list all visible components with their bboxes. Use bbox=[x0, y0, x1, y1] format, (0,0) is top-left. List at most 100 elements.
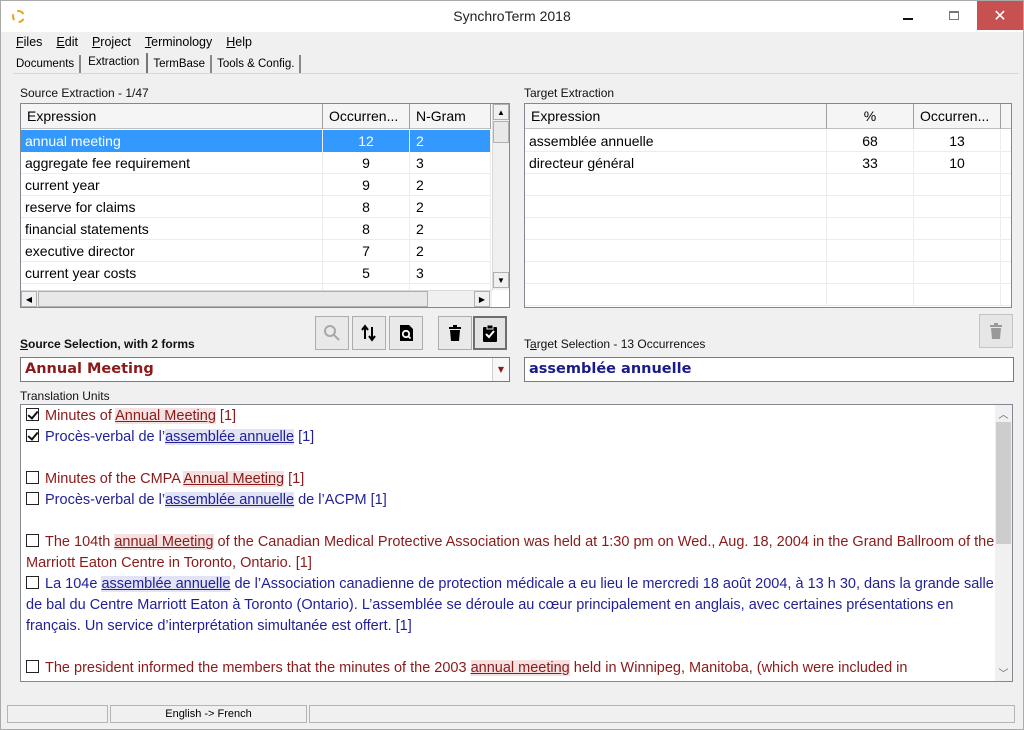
segment-checkbox[interactable] bbox=[26, 660, 39, 673]
col-occurrences[interactable]: Occurren... bbox=[914, 104, 1001, 129]
delete-button[interactable] bbox=[438, 316, 472, 350]
col-expression[interactable]: Expression bbox=[21, 104, 323, 129]
close-button[interactable]: ✕ bbox=[977, 1, 1023, 30]
swap-button[interactable] bbox=[352, 316, 386, 350]
scroll-down-button[interactable]: ▼ bbox=[493, 272, 509, 288]
segment-checkbox[interactable] bbox=[26, 429, 39, 442]
source-table-vscrollbar[interactable]: ▲ ▼ bbox=[492, 104, 509, 290]
cell-expression: aggregate fee requirement bbox=[21, 152, 323, 174]
scroll-thumb[interactable] bbox=[493, 121, 509, 143]
chevron-down-icon[interactable]: ▼ bbox=[492, 358, 509, 381]
cell-expression bbox=[525, 284, 827, 306]
translation-units-vscrollbar[interactable]: ︿ ﹀ bbox=[995, 405, 1012, 681]
segment-checkbox[interactable] bbox=[26, 408, 39, 421]
highlighted-term[interactable]: Annual Meeting bbox=[115, 408, 216, 424]
segment-text: Minutes of bbox=[45, 408, 116, 424]
cell-percent bbox=[827, 196, 914, 218]
table-row[interactable]: assemblée annuelle 68 13 bbox=[525, 130, 1011, 152]
cell-occurrences: 8 bbox=[323, 218, 410, 240]
cell-expression: current year costs bbox=[21, 262, 323, 284]
highlighted-term[interactable]: annual Meeting bbox=[114, 534, 214, 550]
highlighted-term[interactable]: annual meeting bbox=[470, 660, 570, 676]
highlighted-term[interactable]: assemblée annuelle bbox=[165, 492, 295, 508]
menu-edit[interactable]: Edit bbox=[49, 33, 85, 51]
swap-arrows-icon bbox=[361, 324, 376, 342]
cell-expression: current year bbox=[21, 174, 323, 196]
segment-checkbox[interactable] bbox=[26, 471, 39, 484]
scroll-left-button[interactable]: ◀ bbox=[21, 291, 37, 307]
segment-text: The president informed the members that … bbox=[45, 660, 471, 676]
tab-documents[interactable]: Documents bbox=[11, 55, 82, 74]
scroll-down-button[interactable]: ﹀ bbox=[995, 664, 1012, 681]
table-row[interactable]: executive director 7 2 bbox=[21, 240, 491, 262]
empty-row bbox=[525, 218, 1011, 240]
menu-files[interactable]: Files bbox=[9, 33, 49, 51]
tab-tools-config[interactable]: Tools & Config. bbox=[212, 55, 302, 74]
table-row[interactable]: financial statements 8 2 bbox=[21, 218, 491, 240]
scroll-thumb[interactable] bbox=[996, 422, 1011, 544]
segment-checkbox[interactable] bbox=[26, 492, 39, 505]
cell-occurrences: 7 bbox=[323, 240, 410, 262]
menu-help[interactable]: Help bbox=[219, 33, 259, 51]
menu-project[interactable]: Project bbox=[85, 33, 138, 51]
col-percent[interactable]: % bbox=[827, 104, 914, 129]
table-row[interactable]: aggregate fee requirement 9 3 bbox=[21, 152, 491, 174]
cell-occurrences: 8 bbox=[323, 196, 410, 218]
segment-text: de l’ACPM [1] bbox=[294, 492, 387, 508]
target-delete-button[interactable] bbox=[979, 314, 1013, 348]
segment-checkbox[interactable] bbox=[26, 576, 39, 589]
cell-ngram: 3 bbox=[410, 152, 491, 174]
highlighted-term[interactable]: Annual Meeting bbox=[183, 471, 285, 487]
highlighted-term[interactable]: assemblée annuelle bbox=[165, 429, 295, 445]
cell-ngram: 2 bbox=[410, 218, 491, 240]
source-selection-combobox[interactable]: Annual Meeting ▼ bbox=[20, 357, 510, 382]
table-row[interactable]: directeur général 33 10 bbox=[525, 152, 1011, 174]
scroll-up-button[interactable]: ︿ bbox=[995, 405, 1012, 422]
cell-percent bbox=[827, 284, 914, 306]
cell-ngram: 2 bbox=[410, 240, 491, 262]
minimize-button[interactable] bbox=[885, 1, 931, 30]
table-row[interactable]: current year 9 2 bbox=[21, 174, 491, 196]
minimize-icon bbox=[903, 17, 913, 20]
cell-percent bbox=[827, 262, 914, 284]
preview-button[interactable] bbox=[389, 316, 423, 350]
col-occurrences[interactable]: Occurren... bbox=[323, 104, 410, 129]
document-search-icon bbox=[400, 325, 413, 341]
table-row[interactable]: reserve for claims 8 2 bbox=[21, 196, 491, 218]
close-icon: ✕ bbox=[993, 6, 1007, 25]
validate-button[interactable] bbox=[473, 316, 507, 350]
source-segment: Minutes of the CMPA Annual Meeting [1] bbox=[26, 469, 996, 490]
cell-ngram: 2 bbox=[410, 130, 491, 152]
menu-terminology[interactable]: Terminology bbox=[138, 33, 219, 51]
scroll-up-button[interactable]: ▲ bbox=[493, 104, 509, 120]
segment-text: [1] bbox=[215, 408, 237, 424]
maximize-icon bbox=[949, 11, 959, 20]
target-selection-field[interactable]: assemblée annuelle bbox=[524, 357, 1014, 382]
segment-text: Procès-verbal de l’ bbox=[45, 429, 166, 445]
source-selection-value: Annual Meeting bbox=[25, 361, 154, 377]
status-bar: English -> French bbox=[7, 705, 1019, 725]
highlighted-term[interactable]: assemblée annuelle bbox=[101, 576, 231, 592]
tab-extraction[interactable]: Extraction bbox=[81, 53, 149, 74]
table-row[interactable]: current year costs 5 3 bbox=[21, 262, 491, 284]
col-expression[interactable]: Expression bbox=[525, 104, 827, 129]
col-ngram[interactable]: N-Gram bbox=[410, 104, 491, 129]
cell-occurrences bbox=[914, 284, 1001, 306]
status-pane-3 bbox=[309, 705, 1015, 723]
hscroll-thumb[interactable] bbox=[38, 291, 428, 307]
source-table-hscrollbar[interactable]: ◀ ▶ bbox=[21, 290, 492, 307]
search-button[interactable] bbox=[315, 316, 349, 350]
scroll-right-button[interactable]: ▶ bbox=[474, 291, 490, 307]
cell-ngram: 2 bbox=[410, 196, 491, 218]
cell-percent bbox=[827, 174, 914, 196]
cell-expression bbox=[525, 262, 827, 284]
cell-percent: 33 bbox=[827, 152, 914, 174]
tab-termbase[interactable]: TermBase bbox=[148, 55, 213, 74]
empty-row bbox=[525, 284, 1011, 306]
segment-checkbox[interactable] bbox=[26, 534, 39, 547]
maximize-button[interactable] bbox=[931, 1, 977, 30]
source-selection-label: Source Selection, with 2 forms bbox=[20, 337, 195, 351]
window-title: SynchroTerm 2018 bbox=[453, 8, 571, 24]
table-row[interactable]: annual meeting 12 2 bbox=[21, 130, 491, 152]
